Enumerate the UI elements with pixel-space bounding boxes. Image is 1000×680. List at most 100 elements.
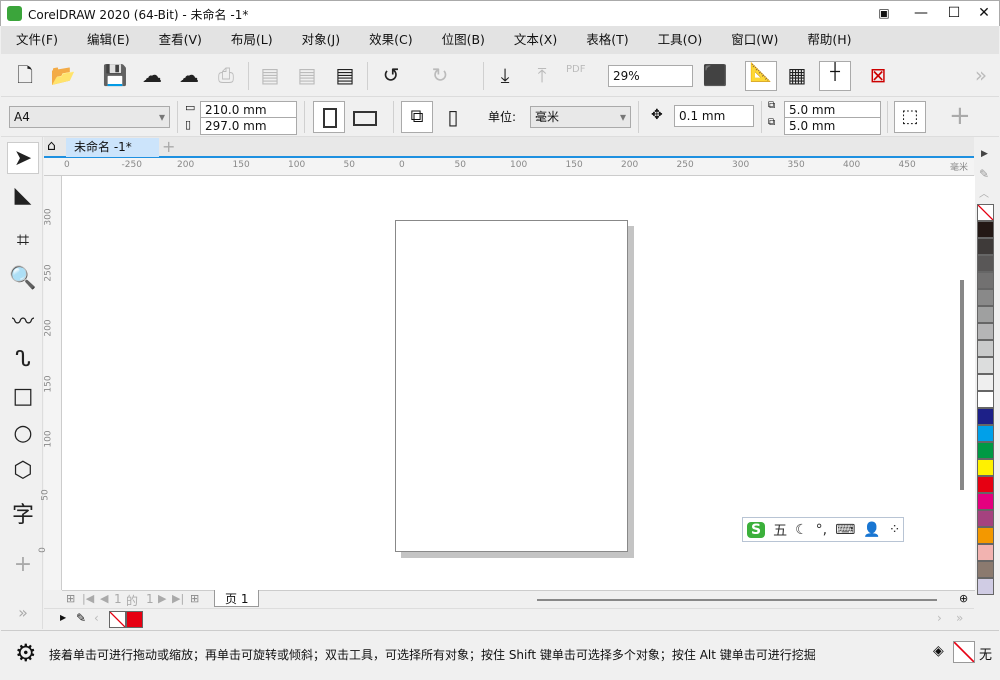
color-swatch[interactable] <box>977 527 994 544</box>
color-swatch[interactable] <box>977 442 994 459</box>
user-icon[interactable]: 👤 <box>863 522 880 538</box>
color-swatch[interactable] <box>977 408 994 425</box>
menu-file[interactable]: 文件(F) <box>16 26 71 54</box>
settings-gear-icon[interactable]: ⚙ <box>15 639 37 667</box>
all-pages-icon[interactable]: ⧉ <box>401 101 433 133</box>
color-swatch[interactable] <box>977 323 994 340</box>
close-button[interactable]: ✕ <box>969 3 999 23</box>
menu-view[interactable]: 查看(V) <box>159 26 215 54</box>
add-page-after-icon[interactable]: ⊞ <box>190 592 199 605</box>
color-swatch[interactable] <box>977 391 994 408</box>
menu-tools[interactable]: 工具(O) <box>658 26 716 54</box>
color-swatch[interactable] <box>977 306 994 323</box>
units-select[interactable]: 毫米 <box>530 106 631 128</box>
vertical-ruler[interactable]: 300 250 200 150 100 50 0 <box>38 176 62 590</box>
zoom-fit-icon[interactable]: ⊕ <box>959 592 968 605</box>
crop-tool-icon[interactable]: ⌗ <box>7 225 39 257</box>
cloud-upload-icon[interactable]: ☁ <box>175 63 203 87</box>
menu-window[interactable]: 窗口(W) <box>731 26 791 54</box>
ime-mode[interactable]: 五 <box>773 520 787 540</box>
swatch-none[interactable] <box>109 611 126 628</box>
scroll-end-icon[interactable]: » <box>956 611 963 625</box>
color-swatch[interactable] <box>977 493 994 510</box>
save-icon[interactable]: 💾 <box>101 63 129 87</box>
artistic-media-icon[interactable]: ᔐ <box>7 344 39 376</box>
snap-off-icon[interactable]: ⊠ <box>864 63 892 87</box>
outline-color-swatch[interactable] <box>953 641 975 663</box>
color-swatch[interactable] <box>977 357 994 374</box>
current-page-icon[interactable]: ▯ <box>439 105 467 129</box>
prev-page-icon[interactable]: ◀ <box>100 592 108 605</box>
menu-object[interactable]: 对象(J) <box>302 26 353 54</box>
color-swatch[interactable] <box>977 340 994 357</box>
redo-icon[interactable]: ↻ <box>426 63 454 87</box>
keyboard-icon[interactable]: ⌨ <box>835 522 855 538</box>
color-swatch[interactable] <box>977 578 994 595</box>
freehand-tool-icon[interactable]: 〰 <box>7 307 39 339</box>
add-tool-icon[interactable]: + <box>7 549 39 581</box>
maximize-button[interactable]: ☐ <box>939 3 969 23</box>
shape-tool-icon[interactable]: ◣ <box>7 180 39 212</box>
scroll-left-icon[interactable]: ‹ <box>94 611 99 625</box>
apps-icon[interactable]: ⁘ <box>889 522 901 538</box>
color-swatch[interactable] <box>977 255 994 272</box>
doc-palette-menu-icon[interactable]: ▶ <box>60 613 66 622</box>
rectangle-tool-icon[interactable]: □ <box>7 381 39 413</box>
paste-icon[interactable]: ▤ <box>331 63 359 87</box>
export-icon[interactable]: ⤒ <box>528 63 556 87</box>
page-tab-1[interactable]: 页 1 <box>214 590 260 607</box>
cut-icon[interactable]: ▤ <box>256 63 284 87</box>
new-tab-icon[interactable]: + <box>162 137 175 156</box>
horizontal-ruler[interactable]: 0 -250 200 150 100 50 0 50 100 150 200 250 300 350 400… <box>44 158 974 176</box>
undo-icon[interactable]: ↺ <box>377 63 405 87</box>
color-swatch[interactable] <box>977 459 994 476</box>
import-icon[interactable]: ⤓ <box>491 63 519 87</box>
open-icon[interactable]: 📂 <box>49 63 77 87</box>
toolbox-expand-icon[interactable]: » <box>7 597 39 629</box>
eyedropper-icon[interactable]: ✎ <box>76 611 86 625</box>
color-swatch[interactable] <box>977 510 994 527</box>
polygon-tool-icon[interactable]: ⬡ <box>7 455 39 487</box>
color-swatch[interactable] <box>977 425 994 442</box>
color-swatch[interactable] <box>977 221 994 238</box>
palette-menu-icon[interactable]: ▶ <box>981 149 988 159</box>
swatch-none[interactable] <box>977 204 994 221</box>
punctuation-icon[interactable]: °, <box>816 522 827 538</box>
color-swatch[interactable] <box>977 544 994 561</box>
portrait-button[interactable] <box>313 101 345 133</box>
duplicate-distance-y-field[interactable]: 5.0 mm <box>784 117 881 135</box>
add-page-before-icon[interactable]: ⊞ <box>66 592 75 605</box>
first-page-icon[interactable]: |◀ <box>82 592 94 605</box>
new-document-icon[interactable]: 🗋 <box>11 63 39 87</box>
zoom-level-combo[interactable]: 29% <box>608 65 693 87</box>
full-screen-preview-icon[interactable]: ⬛ <box>701 63 729 87</box>
add-icon[interactable]: + <box>949 101 971 131</box>
swatch-red[interactable] <box>126 611 143 628</box>
menu-text[interactable]: 文本(X) <box>514 26 570 54</box>
palette-scroll-up-icon[interactable]: ︿ <box>979 185 989 200</box>
color-swatch[interactable] <box>977 238 994 255</box>
ellipse-tool-icon[interactable]: ○ <box>7 418 39 450</box>
show-guidelines-icon[interactable]: ┼ <box>819 61 851 91</box>
minimize-button[interactable]: — <box>906 3 936 23</box>
text-tool-icon[interactable]: 字 <box>7 500 39 532</box>
page-height-field[interactable]: 297.0 mm <box>200 117 297 135</box>
zoom-tool-icon[interactable]: 🔍 <box>7 263 39 295</box>
tab-document[interactable]: 未命名 -1* <box>66 138 159 157</box>
account-icon[interactable]: ▣ <box>869 3 899 23</box>
color-swatch[interactable] <box>977 289 994 306</box>
next-page-icon[interactable]: ▶ <box>158 592 166 605</box>
menu-effects[interactable]: 效果(C) <box>369 26 425 54</box>
home-icon[interactable]: ⌂ <box>47 138 56 154</box>
print-icon[interactable]: ⎙ <box>212 63 240 87</box>
menu-table[interactable]: 表格(T) <box>586 26 641 54</box>
nudge-distance-field[interactable]: 0.1 mm <box>674 105 754 127</box>
pick-tool-icon[interactable]: ➤ <box>7 142 39 174</box>
menu-layout[interactable]: 布局(L) <box>231 26 286 54</box>
scroll-right-icon[interactable]: › <box>937 611 942 625</box>
show-grid-icon[interactable]: ▦ <box>783 63 811 87</box>
menu-help[interactable]: 帮助(H) <box>807 26 864 54</box>
eyedropper-icon[interactable]: ✎ <box>979 167 989 181</box>
document-page[interactable] <box>395 220 628 552</box>
menu-bitmaps[interactable]: 位图(B) <box>442 26 498 54</box>
